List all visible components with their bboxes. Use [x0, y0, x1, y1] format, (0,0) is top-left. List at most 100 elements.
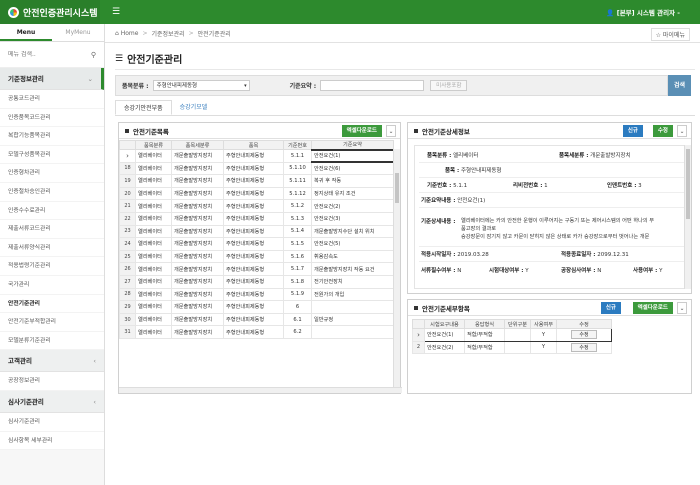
table-cell: 개문출발방지장치 작동 요건	[311, 262, 394, 276]
field-label: 기준요약내용 :	[421, 198, 456, 204]
table-row[interactable]: 22 엘리베이터 개문출발방지장치 주형안내피제동형 5.1.3 안전요건(3)	[119, 211, 394, 226]
table-row[interactable]: 20 엘리베이터 개문출발방지장치 주형안내피제동형 5.1.12 정지상태 유지 조건	[119, 186, 394, 201]
column-header[interactable]: 기준요약	[311, 140, 394, 150]
column-header[interactable]: 품목세분류	[171, 140, 224, 150]
menu-search-input[interactable]	[8, 51, 91, 58]
row-number: ›	[119, 149, 136, 163]
row-number: 21	[119, 199, 136, 213]
horizontal-scrollbar[interactable]	[119, 387, 402, 393]
breadcrumb-level1[interactable]: 기준정보관리	[151, 29, 184, 38]
table-row[interactable]: › 엘리베이터 개문출발방지장치 주형안내피제동형 5.1.1 안전요건(1)	[119, 148, 394, 164]
divider	[115, 69, 695, 70]
table-row[interactable]: 18 엘리베이터 개문출발방지장치 주형안내피제동형 5.1.10 안전요건(6)	[119, 161, 394, 176]
tab-menu[interactable]: Menu	[0, 24, 52, 41]
table-cell: Y	[530, 328, 557, 342]
sidebar-menu-item[interactable]: 안전기준관리	[0, 294, 104, 314]
menu-group-audit[interactable]: 심사기준관리 ‹	[0, 390, 104, 413]
sidebar-menu-item[interactable]: 인증품목코드관리	[0, 108, 104, 128]
detail-item: 품목 : 주형안내피제동형	[445, 166, 501, 174]
sidebar-menu-item[interactable]: 안전기준부적합관리	[0, 313, 104, 332]
edit-button[interactable]: 수정	[652, 125, 673, 137]
table-cell: 개문출발방지장치	[171, 249, 224, 264]
table-row[interactable]: 30 엘리베이터 개문출발방지장치 주형안내피제동형 6.1 일반규정	[119, 312, 394, 327]
sidebar-menu-item[interactable]: 국가관리	[0, 275, 104, 295]
sidebar-menu-item[interactable]: 공통코드관리	[0, 90, 104, 109]
column-header[interactable]: 단위구분	[504, 319, 531, 329]
vertical-scrollbar[interactable]	[684, 145, 691, 289]
user-menu[interactable]: 👤 [본부] 시스템 관리자 -	[606, 7, 680, 17]
column-header[interactable]: 수정	[556, 319, 612, 329]
chevron-down-icon[interactable]: ⌄	[677, 125, 687, 137]
sidebar-menu-item[interactable]: 적용법령기준관리	[0, 257, 104, 276]
column-header[interactable]: 기준번호	[283, 140, 312, 150]
row-number: 28	[119, 287, 136, 302]
sidebar-menu-item[interactable]: 공장정보관리	[0, 372, 104, 391]
sidebar-menu-item[interactable]: 심사항목 세부관리	[0, 431, 104, 451]
table-row[interactable]: 28 엘리베이터 개문출발방지장치 주형안내피제동형 5.1.9 전원가의 개입	[119, 287, 394, 302]
vertical-scrollbar[interactable]	[393, 149, 400, 389]
chevron-down-icon[interactable]: ⌄	[386, 125, 396, 137]
menu-group-customer[interactable]: 고객관리 ‹	[0, 350, 104, 373]
table-cell: 휘용감속도	[311, 249, 394, 264]
table-row[interactable]: 24 엘리베이터 개문출발방지장치 주형안내피제동형 5.1.5 안전요건(5)	[119, 237, 394, 251]
table-row[interactable]: 19 엘리베이터 개문출발방지장치 주형안내피제동형 5.1.11 복귀 후 작동	[119, 174, 394, 188]
table-cell: 수정	[556, 328, 612, 342]
my-menu-button[interactable]: ☆ 마이메뉴	[650, 28, 690, 41]
sidebar-menu-item[interactable]: 제출서류양식관리	[0, 238, 104, 258]
sidebar-menu-item[interactable]: 심사기준관리	[0, 412, 104, 432]
sidebar-menu-item[interactable]: 모델분류기준관리	[0, 331, 104, 351]
home-icon[interactable]: ⌂	[115, 30, 119, 37]
table-row[interactable]: › 안전요건(1) 적합/부적합 Y 수정	[412, 328, 612, 342]
breadcrumb-home[interactable]: Home	[121, 30, 139, 37]
subitem-grid: 시험요구내용 응답형식 단위구분 사용여부 수정 › 안전요건(1) 적합/부적합 Y…	[412, 319, 612, 355]
table-row[interactable]: 31 엘리베이터 개문출발방지장치 주형안내피제동형 6.2	[119, 325, 394, 339]
menu-group-label: 고객관리	[8, 357, 32, 366]
column-header[interactable]: 응답형식	[464, 319, 505, 329]
include-unused-button[interactable]: 미사용포함	[430, 80, 468, 91]
tab-elevator-model[interactable]: 승강기모델	[172, 100, 216, 115]
sidebar-menu-item[interactable]: 인증수수료관리	[0, 201, 104, 221]
sidebar-menu-item[interactable]: 인증형차관리	[0, 164, 104, 183]
menu-group-base-info[interactable]: 기준정보관리 ⌄	[0, 68, 104, 90]
scroll-thumb[interactable]	[686, 149, 690, 219]
category-select[interactable]: 주형안내피제동형 ▾	[152, 80, 250, 91]
excel-download-button[interactable]: 엑셀다운로드	[632, 302, 673, 314]
sidebar-menu-item[interactable]: 복합기능품목관리	[0, 127, 104, 146]
menu-toggle-icon[interactable]: ☰	[112, 7, 120, 17]
table-row[interactable]: 26 엘리베이터 개문출발방지장치 주형안내피제동형 5.1.7 개문출발방지장치 작동 …	[119, 262, 394, 276]
excel-download-button[interactable]: 엑셀다운로드	[341, 125, 382, 137]
table-cell: 엘리베이터	[135, 262, 172, 276]
edit-row-button[interactable]: 수정	[571, 330, 597, 340]
search-icon[interactable]: ⚲	[91, 51, 96, 59]
column-header[interactable]: 품목	[223, 140, 284, 150]
search-button[interactable]: 검색	[668, 75, 691, 96]
new-button[interactable]: 신규	[600, 302, 621, 314]
category-select-value: 주형안내피제동형	[156, 83, 198, 89]
table-row[interactable]: 2 안전요건(2) 적합/부적합 Y 수정	[412, 340, 612, 355]
standard-list-panel: 안전기준목록 엑셀다운로드 ⌄ 품목분류 품목세분류 품목 기준번호 기준요약 …	[118, 122, 402, 394]
sidebar-menu-item[interactable]: 모델구성품목관리	[0, 145, 104, 165]
column-header[interactable]: 시험요구내용	[424, 319, 465, 329]
table-row[interactable]: 21 엘리베이터 개문출발방지장치 주형안내피제동형 5.1.2 안전요건(2)	[119, 199, 394, 213]
table-row[interactable]: 27 엘리베이터 개문출발방지장치 주형안내피제동형 5.1.8 전기안전장치	[119, 274, 394, 289]
table-cell: Y	[530, 340, 557, 355]
requirement-input[interactable]	[320, 80, 425, 91]
table-row[interactable]: 29 엘리베이터 개문출발방지장치 주형안내피제동형 6	[119, 300, 394, 314]
table-cell: 안전요건(2)	[311, 199, 394, 213]
standard-detail-panel: 안전기준상세정보 신규 수정 ⌄ 품목분류 : 엘리베이터 품목세분류 : 개문…	[407, 122, 692, 294]
new-button[interactable]: 신규	[622, 125, 643, 137]
edit-row-button[interactable]: 수정	[571, 342, 597, 352]
column-header[interactable]: 사용여부	[530, 319, 557, 329]
table-row[interactable]: 23 엘리베이터 개문출발방지장치 주형안내피제동형 5.1.4 개문출발방지수단 설치 …	[119, 224, 394, 239]
table-cell	[504, 328, 531, 342]
tab-safety-parts[interactable]: 승강기안전부품	[115, 100, 172, 115]
column-header[interactable]: 품목분류	[135, 140, 172, 150]
app-logo[interactable]: 안전인증관리시스템	[0, 0, 100, 24]
sidebar-menu-item[interactable]: 인증절차승인관리	[0, 182, 104, 202]
table-row[interactable]: 25 엘리베이터 개문출발방지장치 주형안내피제동형 5.1.6 휘용감속도	[119, 249, 394, 264]
table-cell: 개문출발방지장치	[171, 211, 224, 226]
chevron-down-icon[interactable]: ⌄	[677, 302, 687, 314]
tab-mymenu[interactable]: MyMenu	[52, 24, 104, 41]
sidebar-menu-item[interactable]: 제출서류코드관리	[0, 220, 104, 239]
scroll-thumb[interactable]	[395, 173, 399, 203]
